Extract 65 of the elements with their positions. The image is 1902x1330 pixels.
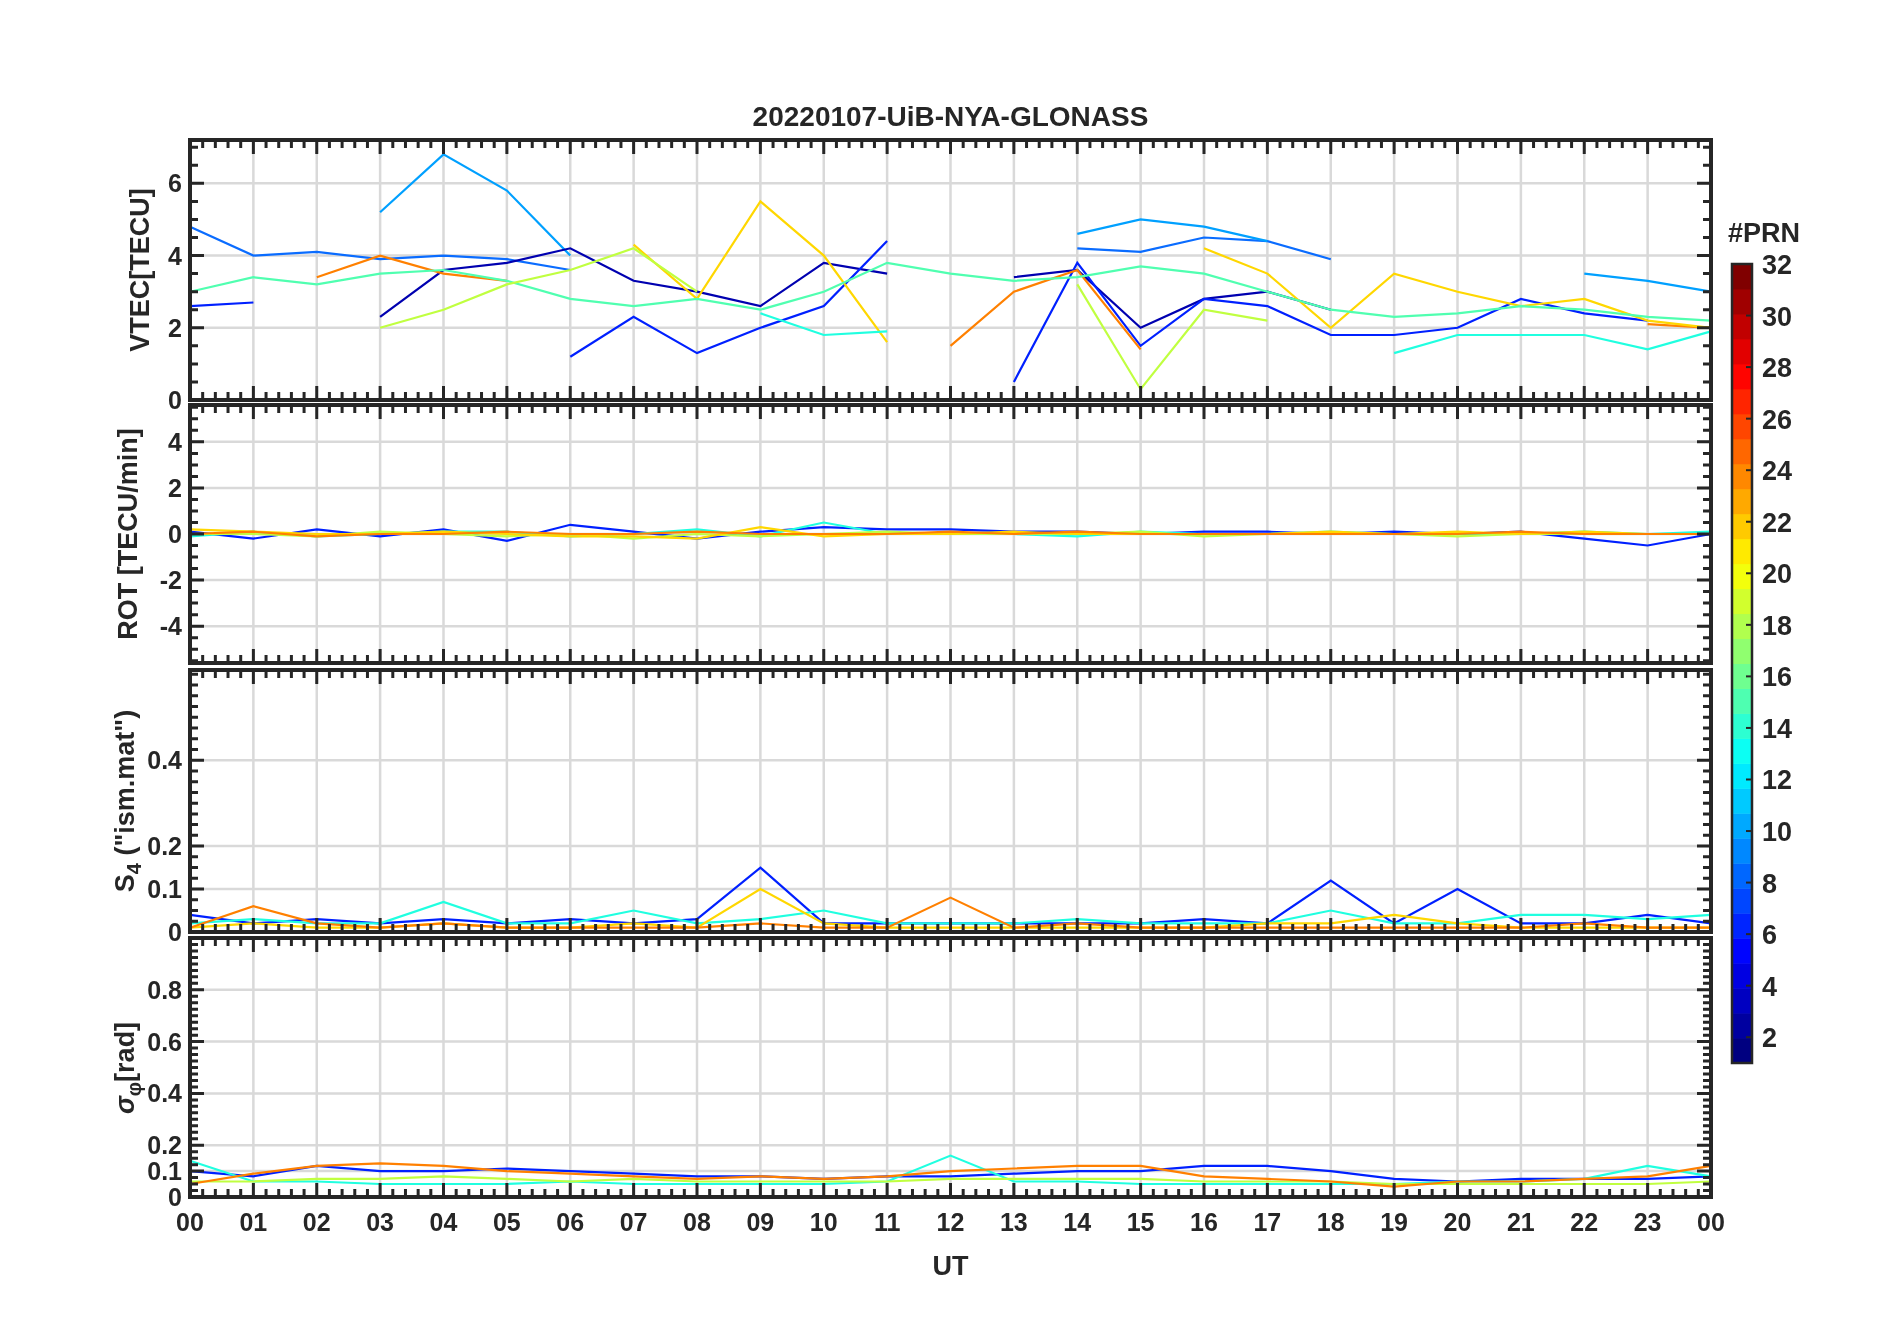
tick-label: 03 (366, 1208, 395, 1236)
colorbar-label: 32 (1762, 250, 1793, 280)
colorbar-label: 14 (1762, 713, 1793, 744)
figure-title: 20220107-UiB-NYA-GLONASS (752, 101, 1149, 132)
tick-label: 0.4 (147, 1079, 182, 1108)
colorbar-label: 24 (1762, 456, 1793, 487)
axis-label: VTEC[TECU] (126, 188, 154, 352)
colorbar-label: 22 (1762, 507, 1793, 538)
tick-label: 13 (999, 1208, 1028, 1236)
tick-label: 23 (1633, 1208, 1662, 1236)
tick-label: 0 (168, 386, 182, 414)
colorbar-label: 20 (1762, 559, 1793, 590)
tick-label: 01 (239, 1208, 268, 1236)
colorbar-label: 12 (1762, 765, 1793, 796)
tick-label: 0.4 (147, 746, 182, 775)
colorbar-label: 16 (1762, 662, 1793, 693)
tick-label: 14 (1063, 1208, 1092, 1236)
tick-label: 04 (429, 1208, 458, 1236)
tick-label: 12 (936, 1208, 965, 1236)
tick-label: 06 (556, 1208, 585, 1236)
tick-label: 0 (168, 918, 182, 946)
colorbar-label: 4 (1762, 971, 1778, 1002)
tick-label: 0 (168, 520, 182, 548)
tick-label: 0 (168, 1183, 182, 1211)
tick-label: 16 (1190, 1208, 1218, 1236)
tick-label: 05 (492, 1208, 521, 1236)
colorbar-label: 18 (1762, 610, 1793, 641)
tick-label: 2 (168, 473, 182, 502)
tick-label: 17 (1253, 1208, 1282, 1236)
tick-label: 6 (168, 169, 182, 198)
tick-label: 00 (1697, 1208, 1725, 1236)
tick-label: 0.1 (147, 1157, 182, 1186)
colorbar-label: 26 (1762, 404, 1793, 435)
tick-label: 4 (168, 427, 182, 456)
tick-label: 0.2 (147, 1131, 182, 1160)
tick-label: 00 (176, 1208, 204, 1236)
tick-label: 19 (1380, 1208, 1409, 1236)
tick-label: 0.8 (147, 975, 182, 1004)
tick-label: 22 (1570, 1208, 1599, 1236)
tick-label: 09 (746, 1208, 775, 1236)
colorbar-title: #PRN (1728, 218, 1800, 248)
axis-label: ROT [TECU/min] (114, 428, 142, 640)
tick-label: -2 (159, 566, 182, 595)
tick-label: 2 (168, 313, 182, 342)
axis-label: UT (932, 1251, 969, 1281)
tick-label: 02 (302, 1208, 331, 1236)
colorbar-label: 6 (1762, 920, 1778, 951)
tick-label: 20 (1443, 1208, 1472, 1236)
tick-label: 07 (619, 1208, 648, 1236)
colorbar-label: 8 (1762, 868, 1778, 899)
tick-label: 18 (1316, 1208, 1345, 1236)
colorbar-label: 2 (1762, 1023, 1778, 1054)
tick-label: 4 (168, 241, 182, 270)
colorbar-label: 30 (1762, 301, 1793, 332)
tick-label: 0.1 (147, 875, 182, 904)
colorbar-label: 10 (1762, 817, 1793, 848)
tick-label: 15 (1126, 1208, 1155, 1236)
tick-label: -4 (159, 612, 182, 641)
tick-label: 10 (809, 1208, 838, 1236)
tick-label: 0.2 (147, 832, 182, 861)
tick-label: 0.6 (147, 1027, 182, 1056)
colorbar-label: 28 (1762, 353, 1793, 384)
tick-label: 08 (683, 1208, 711, 1236)
tick-label: 21 (1506, 1208, 1535, 1236)
tick-label: 11 (873, 1208, 901, 1236)
